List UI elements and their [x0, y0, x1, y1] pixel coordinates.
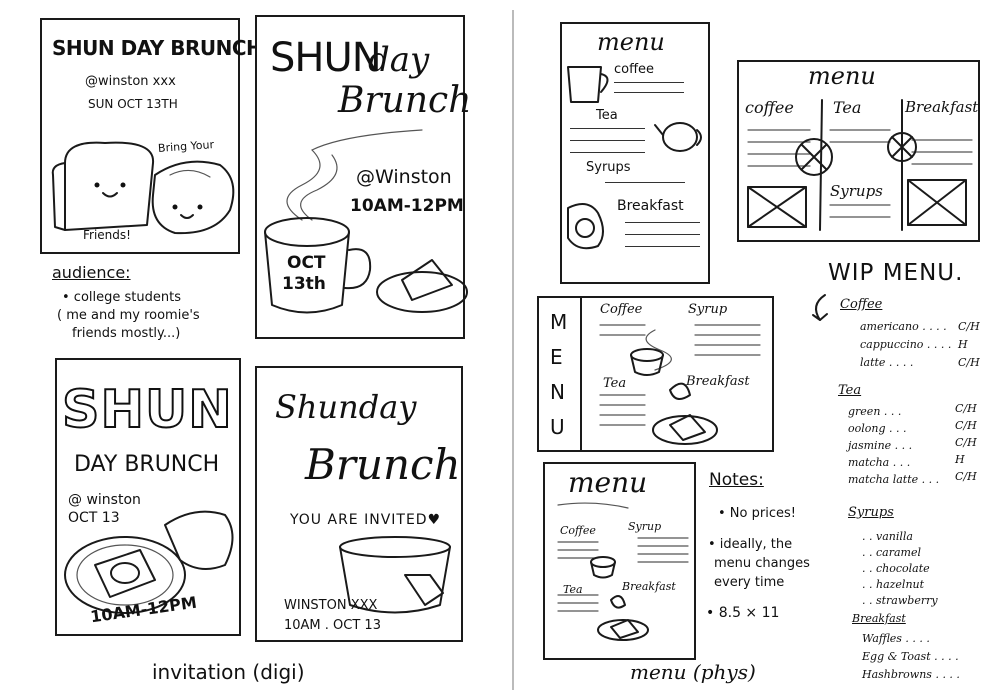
notes-item-1: • No prices!: [718, 506, 796, 521]
notes-item-2a: • ideally, the: [708, 537, 793, 552]
card2-title-brunch: Brunch: [338, 80, 472, 121]
menu-caption: menu (phys): [630, 660, 756, 684]
wip-tea-heading: Tea: [838, 383, 862, 398]
wip-tea-option: C/H: [955, 436, 977, 449]
card4-when: 10AM . OCT 13: [284, 618, 381, 633]
menu1-coffee: coffee: [614, 62, 655, 77]
menu2-layout-sketch: [747, 99, 973, 231]
card2-cup-date: 13th: [282, 274, 326, 294]
card2-title-shun: SHUN: [270, 35, 382, 81]
menu4-sketch: [557, 502, 689, 641]
toast-illustration: [51, 141, 235, 235]
wip-breakfast-heading: Breakfast: [852, 612, 906, 625]
wip-breakfast-item: Egg & Toast . . . .: [862, 650, 959, 663]
wip-coffee-option: C/H: [958, 320, 980, 333]
wip-title: WIP MENU.: [828, 260, 964, 286]
audience-line-3: friends mostly...): [72, 326, 181, 341]
wip-coffee-item: cappuccino . . . .: [860, 338, 952, 351]
menu3-side-n: N: [550, 380, 565, 404]
wip-syrup-item: . . hazelnut: [862, 578, 925, 591]
card4-title-shunday: Shunday: [275, 388, 417, 426]
card1-date: SUN OCT 13TH: [88, 97, 178, 111]
wip-tea-item: oolong . . .: [848, 422, 907, 435]
page-divider: [512, 10, 514, 690]
card4-invited: YOU ARE INVITED♥: [290, 512, 442, 528]
arrow-icon: [812, 294, 828, 321]
notes-title: Notes:: [709, 470, 764, 490]
wip-tea-item: green . . .: [848, 405, 902, 418]
menu1-egg-icon: [567, 203, 604, 250]
menu1-breakfast: Breakfast: [617, 198, 684, 214]
wip-syrup-item: . . strawberry: [862, 594, 938, 607]
wip-tea-item: matcha . . .: [848, 456, 911, 469]
wip-syrup-item: . . caramel: [862, 546, 921, 559]
coffee-cup-illustration: [264, 129, 468, 314]
menu1-title: menu: [597, 28, 665, 56]
wip-syrup-item: . . chocolate: [862, 562, 930, 575]
wip-coffee-item: americano . . . .: [860, 320, 947, 333]
menu1-syrups: Syrups: [586, 160, 631, 175]
menu1-mug-icon: [567, 66, 609, 103]
card1-handle: @winston xxx: [85, 74, 176, 89]
card1-title: SHUN DAY BRUNCH!: [52, 36, 271, 60]
menu3-coffee: Coffee: [600, 302, 643, 317]
wip-tea-item: matcha latte . . .: [848, 473, 940, 486]
wip-tea-option: C/H: [955, 419, 977, 432]
audience-line-2: ( me and my roomie's: [57, 308, 200, 323]
wip-coffee-option: H: [958, 338, 968, 351]
menu3-sketch: [599, 324, 761, 445]
wip-tea-item: jasmine . . .: [848, 439, 913, 452]
menu3-syrup: Syrup: [688, 302, 728, 317]
wip-syrup-item: . . vanilla: [862, 530, 913, 543]
audience-label: audience:: [52, 263, 131, 282]
wip-breakfast-item: Hashbrowns . . . .: [862, 668, 960, 681]
invitation-caption: invitation (digi): [152, 660, 305, 684]
card4-where: WINSTON XXX: [284, 598, 378, 613]
wip-breakfast-item: Waffles . . . .: [862, 632, 930, 645]
wip-tea-option: C/H: [955, 402, 977, 415]
menu3-side-u: U: [550, 415, 565, 439]
menu1-tea: Tea: [596, 108, 618, 123]
notes-item-3: • 8.5 × 11: [706, 605, 780, 621]
menu4-title: menu: [568, 466, 648, 499]
wip-tea-option: H: [955, 453, 965, 466]
wip-coffee-item: latte . . . .: [860, 356, 914, 369]
menu3-side-m: M: [550, 310, 568, 334]
card4-title-brunch: Brunch: [305, 440, 461, 489]
wip-coffee-option: C/H: [958, 356, 980, 369]
card2-title-day: day: [368, 40, 430, 80]
wip-tea-option: C/H: [955, 470, 977, 483]
menu2-title: menu: [808, 62, 876, 90]
card3-title-shun: SHUN: [61, 379, 233, 441]
audience-line-1: • college students: [62, 290, 181, 305]
card2-cup-oct: OCT: [287, 253, 326, 273]
wip-syrups-heading: Syrups: [848, 505, 894, 520]
notes-item-2c: every time: [714, 575, 785, 590]
menu3-side-e: E: [550, 345, 563, 369]
wip-coffee-heading: Coffee: [840, 297, 883, 312]
card3-title-daybrunch: DAY BRUNCH: [74, 452, 220, 477]
notes-item-2b: menu changes: [714, 556, 810, 571]
menu1-teapot-icon: [654, 122, 702, 152]
